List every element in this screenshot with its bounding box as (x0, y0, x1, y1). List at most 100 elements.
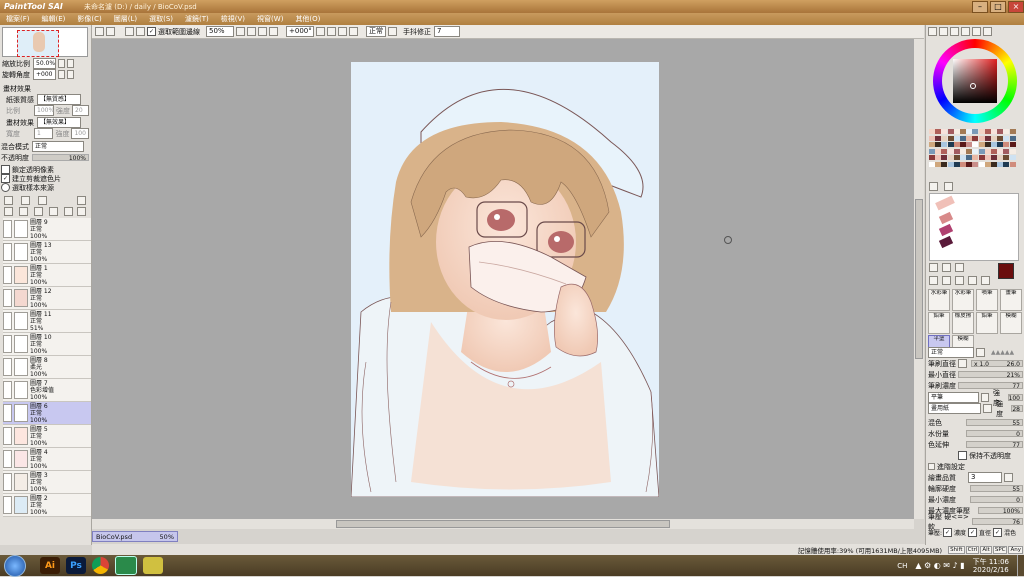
app-icon[interactable] (143, 557, 163, 574)
rotate-right-button[interactable] (338, 27, 347, 36)
redo-button[interactable] (106, 27, 115, 36)
select-edge-checkbox[interactable]: ✓ (147, 27, 156, 36)
nav-rotate-left[interactable] (58, 70, 65, 79)
view-mode-field[interactable]: 正常 (366, 26, 386, 37)
color-swatch[interactable] (953, 135, 960, 141)
quality-select[interactable]: 3 (968, 472, 1002, 483)
color-swatch[interactable] (1003, 142, 1010, 147)
color-swatch[interactable] (935, 129, 942, 134)
color-swatch[interactable] (953, 148, 960, 154)
brush-mode-dropdown[interactable] (976, 348, 985, 357)
color-swatch[interactable] (947, 155, 954, 160)
color-swatch[interactable] (960, 129, 966, 134)
visibility-toggle[interactable] (3, 243, 12, 261)
color-swatch[interactable] (941, 155, 948, 160)
add-swatch-button[interactable] (929, 182, 938, 191)
color-swatch[interactable] (941, 142, 948, 147)
undo-button[interactable] (95, 27, 104, 36)
color-swatch[interactable] (997, 161, 1004, 167)
color-swatch[interactable] (984, 135, 991, 141)
drawing-canvas[interactable] (351, 62, 659, 497)
nav-angle-field[interactable]: +000 (33, 69, 56, 80)
brush-mode-select[interactable]: 正常 (928, 347, 974, 358)
max-density-slider[interactable]: 100% (978, 507, 1023, 515)
swatch-grid[interactable] (929, 129, 1017, 179)
delete-layer-button[interactable] (64, 206, 73, 216)
color-swatch[interactable] (935, 148, 942, 154)
clipping-checkbox[interactable]: ✓ (1, 174, 10, 183)
visibility-toggle[interactable] (3, 381, 12, 399)
merge-down-button[interactable] (19, 206, 28, 216)
color-swatch[interactable] (960, 135, 966, 141)
color-swatch[interactable] (953, 129, 960, 134)
vertical-scrollbar[interactable] (914, 39, 924, 519)
color-swatch[interactable] (972, 129, 979, 134)
brush-texture-dropdown[interactable] (983, 404, 993, 413)
effect-intensity-field[interactable]: 100 (71, 128, 89, 139)
effect-width-field[interactable]: 1 (34, 128, 54, 139)
color-swatch[interactable] (997, 148, 1004, 154)
tray-icons[interactable]: ▲ ⚙ ◐ ✉ ♪ ▮ (915, 561, 964, 570)
palette-tab[interactable] (961, 26, 970, 36)
color-swatch[interactable] (941, 161, 948, 167)
swatch-tab[interactable] (972, 26, 981, 36)
brush-tool-0[interactable]: 水彩筆 (928, 289, 950, 311)
color-swatch[interactable] (953, 155, 960, 160)
color-wheel-tab[interactable] (928, 26, 937, 36)
blend-slider[interactable]: 55 (966, 419, 1023, 427)
brush-tool-1[interactable]: 水彩筆 (952, 289, 974, 311)
color-swatch[interactable] (991, 155, 997, 160)
deselect-button[interactable] (125, 27, 134, 36)
hand-icon[interactable] (968, 276, 977, 285)
pressure-blend-checkbox[interactable]: ✓ (993, 528, 1003, 537)
eyedropper-icon[interactable] (981, 276, 990, 285)
zoom-dropdown[interactable] (236, 27, 245, 36)
menu-item-7[interactable]: 視窗(W) (251, 14, 289, 24)
brush-shape-dropdown[interactable] (980, 393, 990, 402)
paper-texture-select[interactable]: 【無質感】 (37, 94, 81, 105)
color-swatch[interactable] (960, 155, 966, 160)
visibility-toggle[interactable] (3, 266, 12, 284)
angle-dropdown[interactable] (316, 27, 325, 36)
keep-opacity-checkbox[interactable] (958, 451, 967, 460)
color-swatch[interactable] (941, 135, 948, 141)
layer-row[interactable]: 圖層 10 正常 100% (3, 333, 91, 356)
brush-size-slider[interactable]: x 1.0 26.0 (971, 360, 1023, 368)
move-icon[interactable] (929, 276, 938, 285)
rotate-reset-button[interactable] (349, 27, 358, 36)
layer-list[interactable]: 圖層 9 正常 100% 圖層 13 正常 100% 圖層 1 正常 100% … (0, 218, 91, 521)
color-swatch[interactable] (984, 142, 991, 147)
layer-row[interactable]: 圖層 8 柔光 100% (3, 356, 91, 379)
color-swatch[interactable] (960, 142, 966, 147)
rotate-icon[interactable] (955, 276, 964, 285)
density-slider[interactable]: 77 (958, 382, 1023, 390)
quality-dropdown[interactable] (1004, 473, 1013, 482)
brush-tool-7[interactable]: 模糊 (1000, 312, 1022, 334)
layer-row[interactable]: 圖層 13 正常 100% (3, 241, 91, 264)
vertical-scroll-thumb[interactable] (915, 199, 923, 359)
layer-row[interactable]: 圖層 2 正常 100% (3, 494, 91, 517)
clear-layer-button[interactable] (49, 206, 58, 216)
copy-layer-button[interactable] (4, 206, 13, 216)
color-swatch[interactable] (966, 135, 973, 141)
brush-tool-6[interactable]: 鉛筆 (976, 312, 998, 334)
color-swatch[interactable] (947, 161, 954, 167)
new-folder-button[interactable] (38, 195, 47, 205)
color-swatch[interactable] (953, 142, 960, 147)
clock-date[interactable]: 2020/2/16 (973, 566, 1009, 574)
color-swatch[interactable] (972, 148, 979, 154)
mask-button[interactable] (34, 206, 43, 216)
layer-row[interactable]: 圖層 1 正常 100% (3, 264, 91, 287)
layer-row[interactable]: 圖層 9 正常 100% (3, 218, 91, 241)
visibility-toggle[interactable] (3, 335, 12, 353)
color-swatch[interactable] (1009, 155, 1016, 160)
blend-mode-select[interactable]: 正常 (32, 141, 84, 152)
color-swatch[interactable] (935, 142, 942, 147)
shape-strength-slider[interactable]: 100 (1007, 394, 1023, 402)
color-swatch[interactable] (966, 129, 973, 134)
stabilizer-field[interactable]: 7 (434, 26, 460, 37)
color-swatch[interactable] (966, 148, 973, 154)
color-swatch[interactable] (929, 135, 935, 141)
color-swatch[interactable] (953, 161, 960, 167)
paper-section-header[interactable]: 畫材效果 (1, 85, 91, 94)
